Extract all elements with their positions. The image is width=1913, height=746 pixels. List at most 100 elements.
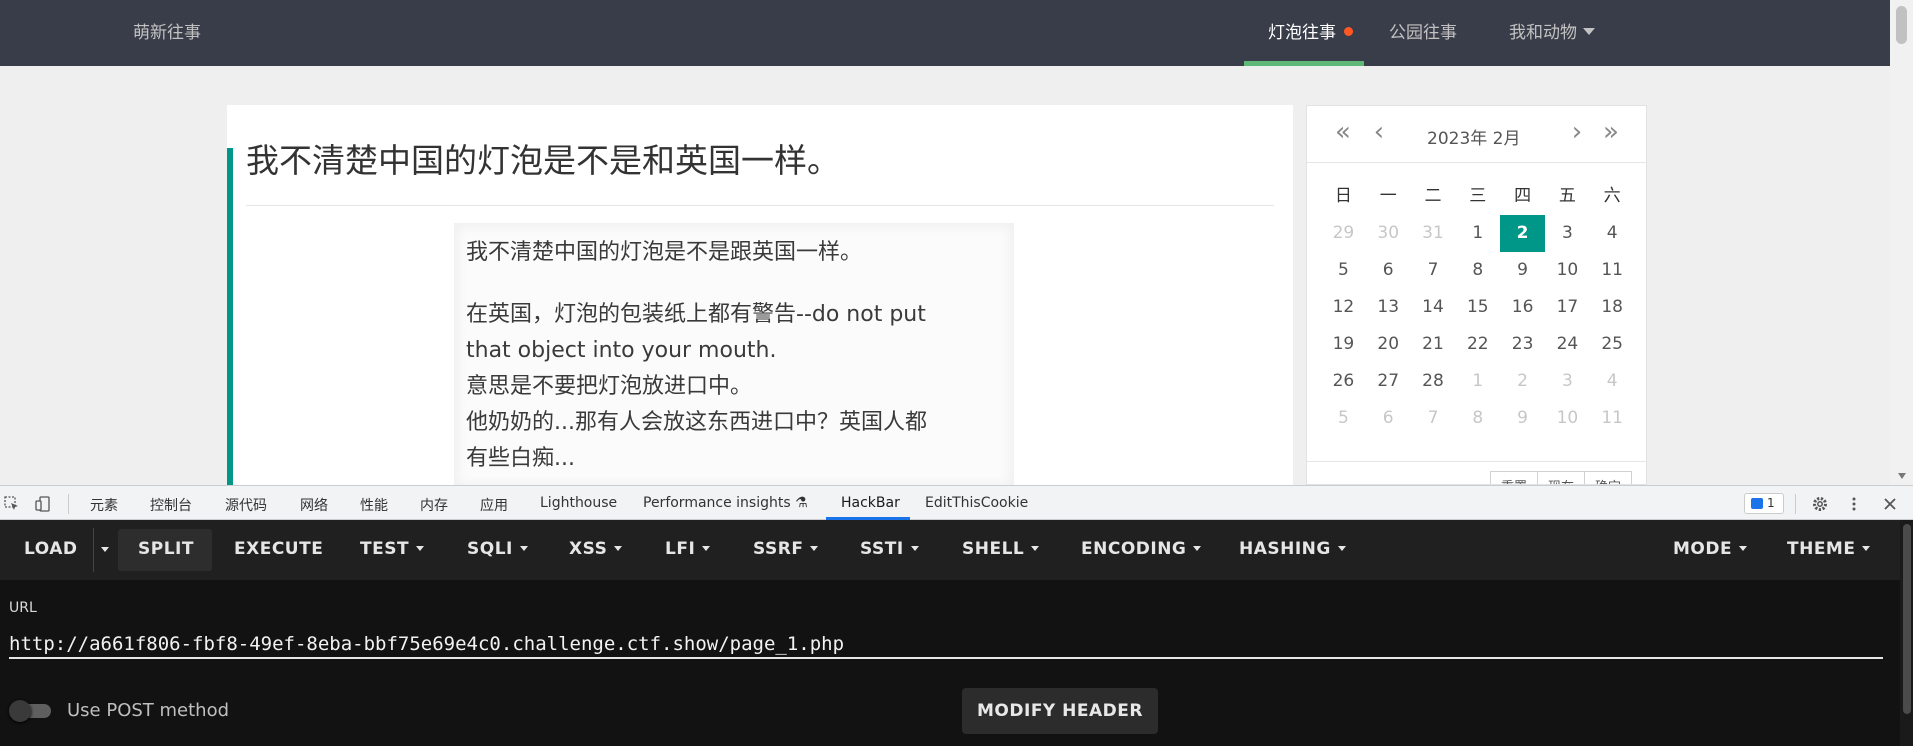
scroll-down-arrow-icon[interactable] bbox=[1898, 473, 1906, 479]
mode-menu-button[interactable]: MODE bbox=[1673, 539, 1748, 559]
post-method-toggle[interactable] bbox=[9, 700, 55, 722]
calendar-day[interactable]: 17 bbox=[1545, 289, 1590, 326]
next-month-icon[interactable]: › bbox=[1563, 119, 1591, 147]
ssrf-menu-button[interactable]: SSRF bbox=[753, 539, 819, 559]
tab-performance-insights[interactable]: Performance insights ⚗ bbox=[643, 495, 808, 511]
calendar-day[interactable]: 10 bbox=[1545, 400, 1590, 437]
more-options-icon[interactable] bbox=[1846, 496, 1862, 512]
calendar-day[interactable]: 9 bbox=[1500, 400, 1545, 437]
encoding-menu-button[interactable]: ENCODING bbox=[1081, 539, 1202, 559]
calendar-day[interactable]: 27 bbox=[1366, 363, 1411, 400]
calendar-day[interactable]: 6 bbox=[1366, 400, 1411, 437]
prev-month-icon[interactable]: ‹ bbox=[1365, 119, 1393, 147]
scrollbar-thumb[interactable] bbox=[1903, 524, 1911, 714]
modify-header-button[interactable]: MODIFY HEADER bbox=[962, 688, 1158, 734]
theme-menu-button[interactable]: THEME bbox=[1787, 539, 1871, 559]
tab-sources[interactable]: 源代码 bbox=[225, 495, 267, 515]
calendar-day[interactable]: 5 bbox=[1321, 252, 1366, 289]
nav-item-bulb-stories[interactable]: 灯泡往事 bbox=[1268, 18, 1353, 43]
next-year-icon[interactable]: » bbox=[1597, 119, 1625, 147]
nav-item-park-stories[interactable]: 公园往事 bbox=[1389, 18, 1457, 43]
calendar-day[interactable]: 26 bbox=[1321, 363, 1366, 400]
calendar-day[interactable]: 23 bbox=[1500, 326, 1545, 363]
test-menu-button[interactable]: TEST bbox=[360, 539, 425, 559]
calendar-day[interactable]: 11 bbox=[1590, 252, 1635, 289]
lfi-menu-button[interactable]: LFI bbox=[665, 539, 711, 559]
split-button[interactable]: SPLIT bbox=[138, 539, 194, 559]
calendar-day[interactable]: 20 bbox=[1366, 326, 1411, 363]
hashing-menu-button[interactable]: HASHING bbox=[1239, 539, 1346, 559]
calendar-day[interactable]: 9 bbox=[1500, 252, 1545, 289]
tab-elements[interactable]: 元素 bbox=[90, 495, 118, 515]
calendar-day[interactable]: 18 bbox=[1590, 289, 1635, 326]
calendar-day[interactable]: 3 bbox=[1545, 215, 1590, 252]
calendar-day[interactable]: 7 bbox=[1411, 400, 1456, 437]
calendar-week: 5 6 7 8 9 10 11 bbox=[1321, 400, 1635, 437]
tab-hackbar[interactable]: HackBar bbox=[841, 495, 900, 511]
calendar-day[interactable]: 5 bbox=[1321, 400, 1366, 437]
calendar-day[interactable]: 30 bbox=[1366, 215, 1411, 252]
calendar-now-button[interactable]: 现在 bbox=[1536, 471, 1585, 484]
load-dropdown-button[interactable] bbox=[93, 528, 118, 572]
ssti-menu-button[interactable]: SSTI bbox=[860, 539, 919, 559]
tab-lighthouse[interactable]: Lighthouse bbox=[540, 495, 617, 511]
tab-memory[interactable]: 内存 bbox=[420, 495, 448, 515]
tab-network[interactable]: 网络 bbox=[300, 495, 328, 515]
calendar-week: 5 6 7 8 9 10 11 bbox=[1321, 252, 1635, 289]
gear-icon[interactable] bbox=[1812, 496, 1828, 512]
calendar-day[interactable]: 22 bbox=[1455, 326, 1500, 363]
calendar-confirm-button[interactable]: 确定 bbox=[1583, 471, 1632, 484]
calendar-day[interactable]: 10 bbox=[1545, 252, 1590, 289]
calendar-day[interactable]: 25 bbox=[1590, 326, 1635, 363]
load-button[interactable]: LOAD bbox=[24, 539, 78, 559]
calendar-day[interactable]: 1 bbox=[1455, 363, 1500, 400]
execute-button[interactable]: EXECUTE bbox=[234, 539, 323, 559]
calendar-day[interactable]: 13 bbox=[1366, 289, 1411, 326]
calendar-day[interactable]: 6 bbox=[1366, 252, 1411, 289]
calendar-day[interactable]: 31 bbox=[1411, 215, 1456, 252]
calendar-day[interactable]: 19 bbox=[1321, 326, 1366, 363]
calendar-day[interactable]: 4 bbox=[1590, 215, 1635, 252]
scrollbar-thumb[interactable] bbox=[1896, 6, 1907, 44]
shell-menu-button[interactable]: SHELL bbox=[962, 539, 1040, 559]
calendar-day[interactable]: 21 bbox=[1411, 326, 1456, 363]
calendar-day[interactable]: 24 bbox=[1545, 326, 1590, 363]
calendar-day[interactable]: 2 bbox=[1500, 363, 1545, 400]
calendar-day[interactable]: 28 bbox=[1411, 363, 1456, 400]
caret-down-icon bbox=[810, 546, 819, 551]
close-icon[interactable] bbox=[1882, 496, 1898, 512]
prev-year-icon[interactable]: « bbox=[1329, 119, 1357, 147]
inspect-element-icon[interactable] bbox=[4, 496, 20, 512]
hackbar-scrollbar[interactable] bbox=[1900, 520, 1913, 746]
calendar-footer: 重置 现在 确定 bbox=[1307, 461, 1646, 484]
calendar-year-month[interactable]: 2023年 2月 bbox=[1427, 124, 1520, 149]
calendar-day[interactable]: 7 bbox=[1411, 252, 1456, 289]
article-title[interactable]: 我不清楚中国的灯泡是不是和英国一样。 bbox=[246, 134, 840, 182]
calendar-day[interactable]: 3 bbox=[1545, 363, 1590, 400]
tab-console[interactable]: 控制台 bbox=[150, 495, 192, 515]
device-toolbar-icon[interactable] bbox=[35, 496, 51, 512]
calendar-day[interactable]: 4 bbox=[1590, 363, 1635, 400]
calendar-day[interactable]: 16 bbox=[1500, 289, 1545, 326]
calendar-day[interactable]: 1 bbox=[1455, 215, 1500, 252]
tab-performance[interactable]: 性能 bbox=[360, 495, 388, 515]
calendar-day-selected[interactable]: 2 bbox=[1500, 215, 1545, 252]
site-brand[interactable]: 萌新往事 bbox=[133, 18, 201, 43]
nav-item-me-and-animals[interactable]: 我和动物 bbox=[1509, 18, 1595, 43]
calendar-day[interactable]: 14 bbox=[1411, 289, 1456, 326]
tab-editthiscookie[interactable]: EditThisCookie bbox=[925, 495, 1028, 511]
sqli-menu-button[interactable]: SQLI bbox=[467, 539, 528, 559]
calendar-day[interactable]: 29 bbox=[1321, 215, 1366, 252]
calendar-day[interactable]: 8 bbox=[1455, 400, 1500, 437]
post-method-label[interactable]: Use POST method bbox=[67, 700, 229, 721]
calendar-day[interactable]: 11 bbox=[1590, 400, 1635, 437]
calendar-day[interactable]: 8 bbox=[1455, 252, 1500, 289]
xss-menu-button[interactable]: XSS bbox=[569, 539, 623, 559]
tab-application[interactable]: 应用 bbox=[480, 495, 508, 515]
calendar-day[interactable]: 12 bbox=[1321, 289, 1366, 326]
url-input[interactable] bbox=[9, 631, 1883, 659]
calendar-day[interactable]: 15 bbox=[1455, 289, 1500, 326]
page-scrollbar[interactable] bbox=[1890, 0, 1913, 485]
calendar-reset-button[interactable]: 重置 bbox=[1489, 471, 1538, 484]
issues-badge[interactable]: 1 bbox=[1744, 493, 1784, 514]
